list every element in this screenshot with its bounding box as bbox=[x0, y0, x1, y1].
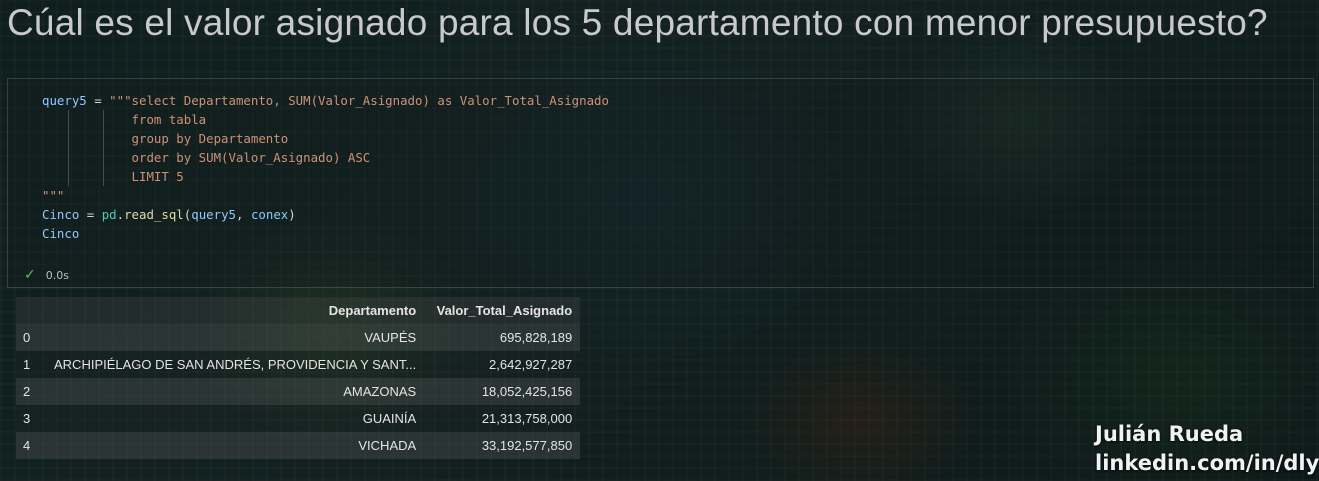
code-token: read_sql bbox=[124, 207, 184, 222]
code-token: conex bbox=[250, 207, 289, 222]
cell-valor: 18,052,425,156 bbox=[481, 384, 573, 399]
cell-departamento: VICHADA bbox=[358, 438, 417, 453]
code-token: = bbox=[86, 93, 110, 108]
table-row: 1 ARCHIPIÉLAGO DE SAN ANDRÉS, PROVIDENCI… bbox=[16, 351, 581, 378]
code-token: """select Departamento, SUM(Valor_Asigna… bbox=[109, 93, 609, 108]
page-title: Cúal es el valor asignado para los 5 dep… bbox=[7, 2, 1268, 43]
row-index: 2 bbox=[23, 384, 31, 399]
code-token: query5 bbox=[191, 207, 237, 222]
code-token: , bbox=[236, 207, 251, 222]
row-index: 0 bbox=[23, 330, 31, 345]
code-token: = bbox=[79, 207, 102, 222]
code-line: order by SUM(Valor_Asignado) ASC bbox=[131, 150, 371, 165]
author-name: Julián Rueda bbox=[1095, 422, 1244, 446]
code-line: from tabla bbox=[131, 112, 207, 127]
code-token: . bbox=[116, 207, 125, 222]
index-header bbox=[16, 297, 46, 324]
cell-valor: 2,642,927,287 bbox=[489, 357, 573, 372]
code-line: """ bbox=[42, 188, 65, 203]
row-index: 3 bbox=[23, 411, 31, 426]
execution-status: ✓ 0.0s bbox=[24, 267, 69, 283]
code-token: pd bbox=[101, 207, 117, 222]
cell-departamento: VAUPÉS bbox=[364, 330, 417, 345]
author-link: linkedin.com/in/dlyst bbox=[1095, 451, 1319, 475]
code-token: ) bbox=[288, 207, 296, 222]
row-index: 4 bbox=[23, 438, 31, 453]
row-index: 1 bbox=[23, 357, 31, 372]
cell-departamento: GUAINÍA bbox=[362, 411, 417, 426]
code-line: LIMIT 5 bbox=[131, 169, 184, 184]
code-line: group by Departamento bbox=[131, 131, 289, 146]
table-row: 0 VAUPÉS 695,828,189 bbox=[16, 324, 581, 351]
column-header-valor: Valor_Total_Asignado bbox=[424, 297, 581, 324]
check-icon: ✓ bbox=[24, 267, 36, 283]
code-line: Cinco bbox=[42, 226, 80, 241]
cell-valor: 21,313,758,000 bbox=[481, 411, 573, 426]
code-cell[interactable]: query5 = """select Departamento, SUM(Val… bbox=[7, 78, 1314, 288]
cell-departamento: ARCHIPIÉLAGO DE SAN ANDRÉS, PROVIDENCIA … bbox=[54, 357, 417, 372]
execution-time: 0.0s bbox=[45, 268, 69, 282]
code-token: Cinco bbox=[42, 207, 80, 222]
table-row: 3 GUAINÍA 21,313,758,000 bbox=[16, 405, 581, 432]
cell-valor: 33,192,577,850 bbox=[481, 438, 573, 453]
code-editor[interactable]: query5 = """select Departamento, SUM(Val… bbox=[42, 91, 609, 243]
author-watermark: Julián Rueda linkedin.com/in/dlyst bbox=[1095, 420, 1319, 478]
table-header-row: Departamento Valor_Total_Asignado bbox=[16, 297, 581, 324]
cell-valor: 695,828,189 bbox=[499, 330, 573, 345]
table-row: 4 VICHADA 33,192,577,850 bbox=[16, 432, 581, 459]
cell-departamento: AMAZONAS bbox=[343, 384, 417, 399]
output-dataframe: Departamento Valor_Total_Asignado 0 VAUP… bbox=[16, 297, 581, 459]
table-row: 2 AMAZONAS 18,052,425,156 bbox=[16, 378, 581, 405]
code-token: query5 bbox=[42, 93, 87, 108]
column-header-departamento: Departamento bbox=[46, 297, 425, 324]
